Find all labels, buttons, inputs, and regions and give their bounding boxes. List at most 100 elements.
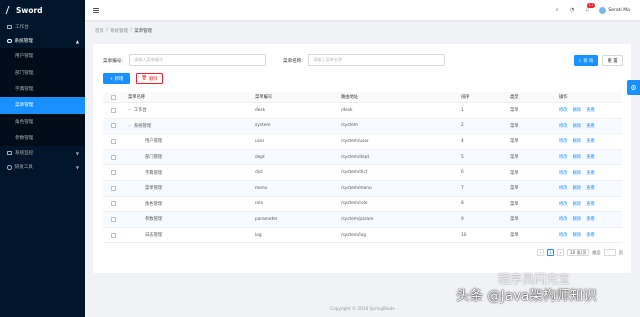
sort-cell: 9 <box>461 216 464 222</box>
page-1-button[interactable]: 1 <box>546 249 554 256</box>
row-checkbox[interactable] <box>111 216 116 222</box>
menu-code-cell: desk <box>255 107 266 113</box>
add-button[interactable]: + 新增 <box>103 73 130 84</box>
delete-link[interactable]: 删除 <box>573 108 582 113</box>
edit-link[interactable]: 修改 <box>559 186 568 191</box>
view-link[interactable]: 查看 <box>586 155 595 160</box>
delete-button[interactable]: 🗑 删除 <box>136 73 163 84</box>
search-icon[interactable]: ⌕ <box>554 7 560 13</box>
edit-link[interactable]: 修改 <box>559 108 568 113</box>
select-all-checkbox[interactable] <box>111 94 116 100</box>
table-row[interactable]: 参数管理 parameter/system/param 9 菜单 修改 删除 查看 <box>103 212 622 228</box>
edit-link[interactable]: 修改 <box>559 124 568 129</box>
row-checkbox[interactable] <box>111 232 116 238</box>
menu-code-input[interactable]: 请输入菜单编号 <box>129 54 266 66</box>
menu-name: 参数管理 <box>145 217 163 223</box>
help-icon[interactable]: ◔ <box>569 7 575 13</box>
chevron-down-icon: ▼ <box>75 164 79 170</box>
row-checkbox[interactable] <box>111 107 116 113</box>
trash-icon: 🗑 <box>141 76 147 81</box>
row-toggle-icon[interactable]: − <box>128 124 131 128</box>
app-logo[interactable]: Sword <box>0 0 85 20</box>
delete-link[interactable]: 删除 <box>573 171 582 176</box>
row-toggle-icon[interactable]: + <box>128 108 131 112</box>
sidebar-item-menu[interactable]: 菜单管理 <box>0 97 85 114</box>
delete-link[interactable]: 删除 <box>573 202 582 207</box>
sidebar-submenu: 用户管理 部门管理 字典管理 菜单管理 角色管理 参数管理 <box>0 48 85 147</box>
view-link[interactable]: 查看 <box>586 233 595 238</box>
user-menu[interactable]: Serati Ma <box>599 6 630 14</box>
prev-page-button[interactable]: ‹ <box>536 249 544 256</box>
sidebar-item-monitor[interactable]: 系统监控 ▼ <box>0 146 85 160</box>
row-checkbox[interactable] <box>111 138 116 144</box>
edit-link[interactable]: 修改 <box>559 233 568 238</box>
delete-link[interactable]: 删除 <box>573 233 582 238</box>
table-row[interactable]: + 工作台 desk/desk 1 菜单 修改 删除 查看 <box>103 103 622 119</box>
table-row[interactable]: 日志管理 log/system/log 10 菜单 修改 删除 查看 <box>103 228 622 244</box>
route-path-cell: /system/user <box>341 138 369 144</box>
sidebar-item-system[interactable]: 系统管理 ▲ <box>0 34 85 48</box>
row-checkbox[interactable] <box>111 123 116 129</box>
row-checkbox[interactable] <box>111 201 116 207</box>
view-link[interactable]: 查看 <box>586 171 595 176</box>
table-row[interactable]: 菜单管理 menu/system/menu 7 菜单 修改 删除 查看 <box>103 180 622 197</box>
settings-drawer-button[interactable]: ⚙ <box>627 80 640 95</box>
sort-cell: 7 <box>461 185 464 191</box>
row-checkbox[interactable] <box>111 185 116 191</box>
menu-toggle-icon[interactable] <box>93 7 99 13</box>
table-row[interactable]: 角色管理 role/system/role 8 菜单 修改 删除 查看 <box>103 197 622 213</box>
sidebar-item-label: 系统管理 <box>14 39 33 44</box>
sidebar-item-dept[interactable]: 部门管理 <box>0 64 85 80</box>
column-header-type[interactable]: 类型 <box>510 94 519 100</box>
sidebar-item-dict[interactable]: 字典管理 <box>0 81 85 97</box>
sidebar-item-label: 工作台 <box>15 25 29 30</box>
jump-input[interactable] <box>603 249 616 256</box>
edit-link[interactable]: 修改 <box>559 155 568 160</box>
view-link[interactable]: 查看 <box>586 186 595 191</box>
column-header-code[interactable]: 菜单编号 <box>255 94 272 100</box>
next-page-button[interactable]: › <box>556 249 564 256</box>
delete-link[interactable]: 删除 <box>573 155 582 160</box>
delete-link[interactable]: 删除 <box>573 139 582 144</box>
search-button[interactable]: ⌕ 查 询 <box>574 55 598 66</box>
edit-link[interactable]: 修改 <box>559 202 568 207</box>
table-row[interactable]: 字典管理 dict/system/dict 6 菜单 修改 删除 查看 <box>103 165 622 181</box>
sidebar-item-role[interactable]: 角色管理 <box>0 114 85 130</box>
reset-button[interactable]: 重 置 <box>602 55 623 66</box>
breadcrumb-system[interactable]: 系统管理 <box>110 28 128 34</box>
menu-name: 部门管理 <box>145 155 163 161</box>
page-size-select[interactable]: 10 条/页 <box>566 249 590 256</box>
sidebar-item-devtools[interactable]: 研发工具 ▼ <box>0 160 85 174</box>
edit-link[interactable]: 修改 <box>559 217 568 222</box>
sidebar-item-users[interactable]: 用户管理 <box>0 48 85 64</box>
view-link[interactable]: 查看 <box>586 108 595 113</box>
view-link[interactable]: 查看 <box>586 139 595 144</box>
view-link[interactable]: 查看 <box>586 124 595 129</box>
edit-link[interactable]: 修改 <box>559 139 568 144</box>
sidebar-item-param[interactable]: 参数管理 <box>0 130 85 146</box>
breadcrumb-home[interactable]: 首页 <box>95 28 104 34</box>
bell-icon[interactable]: ♫ 11 <box>584 3 595 13</box>
column-header-sort[interactable]: 排序 <box>461 94 470 100</box>
row-checkbox[interactable] <box>111 154 116 160</box>
ops-cell: 修改 删除 查看 <box>559 185 600 191</box>
sidebar-item-workbench[interactable]: 工作台 <box>0 20 85 34</box>
monitor-icon <box>7 25 12 29</box>
app-name: Sword <box>16 5 43 15</box>
delete-link[interactable]: 删除 <box>573 124 582 129</box>
delete-button-label: 删除 <box>148 76 158 82</box>
edit-link[interactable]: 修改 <box>559 171 568 176</box>
view-link[interactable]: 查看 <box>586 202 595 207</box>
delete-link[interactable]: 删除 <box>573 217 582 222</box>
row-checkbox[interactable] <box>111 170 116 176</box>
route-path-cell: /system/menu <box>341 185 372 191</box>
column-header-name[interactable]: 菜单名称 <box>128 94 145 100</box>
table-row[interactable]: 部门管理 dept/system/dept 5 菜单 修改 删除 查看 <box>103 149 622 166</box>
menu-name-input[interactable]: 请输入菜单名称 <box>308 54 445 66</box>
delete-link[interactable]: 删除 <box>573 186 582 191</box>
table-row[interactable]: − 系统管理 system/system 2 菜单 修改 删除 查看 <box>103 118 622 135</box>
column-header-path[interactable]: 路由地址 <box>341 94 358 100</box>
menu-name-cell: + 工作台 <box>128 107 147 113</box>
view-link[interactable]: 查看 <box>586 217 595 222</box>
table-row[interactable]: 用户管理 user/system/user 4 菜单 修改 删除 查看 <box>103 134 622 150</box>
